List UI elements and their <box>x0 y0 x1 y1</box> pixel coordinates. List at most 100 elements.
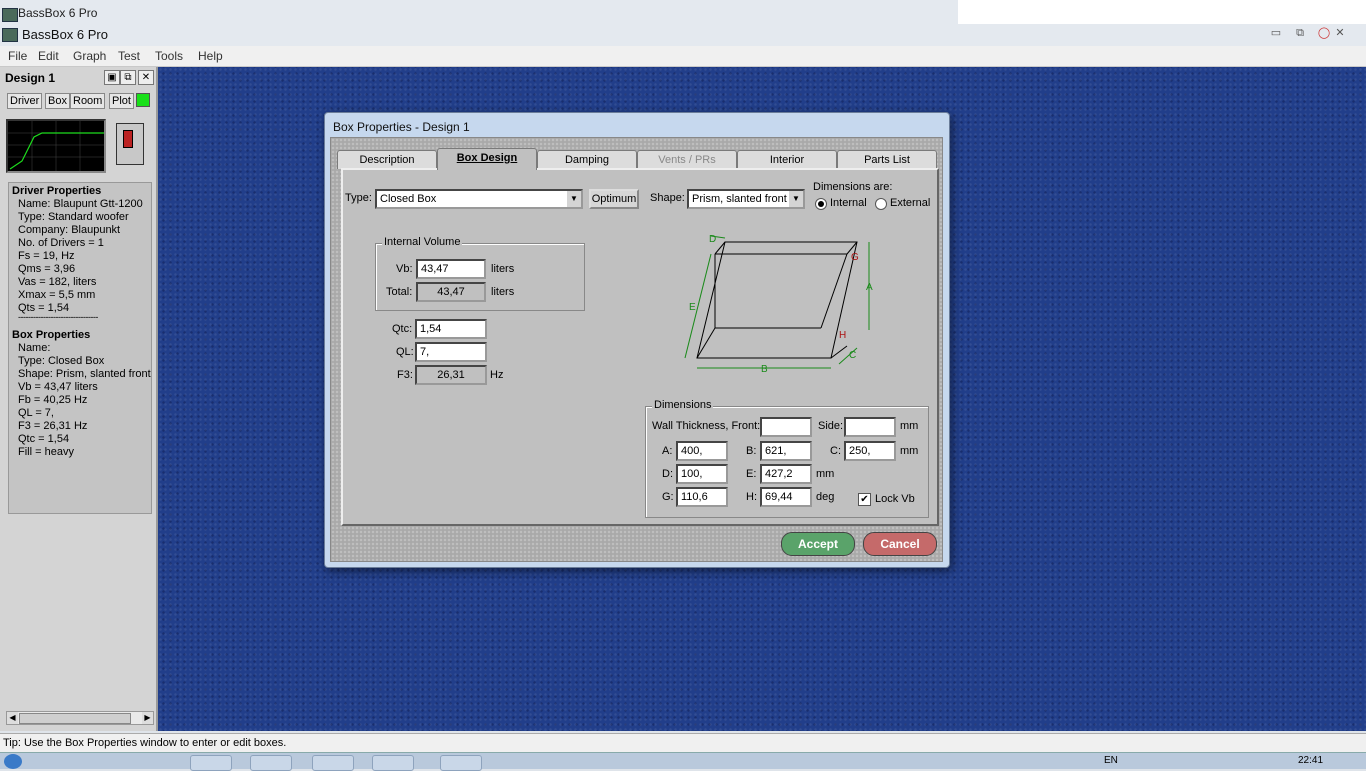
cancel-button[interactable]: Cancel <box>863 532 937 556</box>
shape-value: Prism, slanted front <box>692 193 787 205</box>
c-label: C: <box>830 445 841 457</box>
properties-summary: Driver Properties Name: Blaupunt Gtt-120… <box>8 182 152 514</box>
diagram-letter-h: H <box>839 330 846 341</box>
wall-side-input[interactable] <box>844 417 896 437</box>
diagram-letter-e: E <box>689 302 696 313</box>
tab-room[interactable]: Room <box>70 93 106 109</box>
box-thumbnail[interactable] <box>116 123 144 165</box>
dialog-title: Box Properties - Design 1 <box>333 120 470 134</box>
type-select[interactable]: Closed Box ▼ <box>375 189 583 209</box>
accept-button[interactable]: Accept <box>781 532 855 556</box>
tab-interior[interactable]: Interior <box>737 150 837 169</box>
window-title-top: BassBox 6 Pro <box>18 6 98 20</box>
h-label: H: <box>746 491 757 503</box>
b-input[interactable]: 621, <box>760 441 812 461</box>
clock[interactable]: 22:41 <box>1298 755 1323 766</box>
menu-file[interactable]: File <box>8 49 27 63</box>
tab-damping[interactable]: Damping <box>537 150 637 169</box>
f3-label: F3: <box>397 369 413 381</box>
window-title: BassBox 6 Pro <box>22 27 108 42</box>
shape-select[interactable]: Prism, slanted front ▼ <box>687 189 805 209</box>
close-icon[interactable]: ✕ <box>138 70 154 85</box>
paint-icon[interactable] <box>440 755 482 771</box>
ql-input[interactable]: 7, <box>415 342 487 362</box>
language-indicator[interactable]: EN <box>1104 755 1118 766</box>
a-input[interactable]: 400, <box>676 441 728 461</box>
scroll-right-icon[interactable]: ▶ <box>142 712 153 724</box>
tab-parts-list[interactable]: Parts List <box>837 150 937 169</box>
h-input[interactable]: 69,44 <box>760 487 812 507</box>
external-radio[interactable] <box>875 198 887 210</box>
d-input[interactable]: 100, <box>676 464 728 484</box>
g-input[interactable]: 110,6 <box>676 487 728 507</box>
chevron-down-icon[interactable]: ▼ <box>567 191 581 207</box>
driver-line: Type: Standard woofer <box>18 211 129 223</box>
total-value: 43,47 <box>416 282 486 302</box>
box-line: QL = 7, <box>18 407 54 419</box>
menu-edit[interactable]: Edit <box>38 49 59 63</box>
tab-box-design[interactable]: Box Design <box>437 148 537 170</box>
vb-label: Vb: <box>396 263 413 275</box>
save-icon[interactable]: ▣ <box>104 70 120 85</box>
design-title: Design 1 <box>5 71 56 85</box>
tab-vents-prs[interactable]: Vents / PRs <box>637 150 737 169</box>
diagram-letter-d: D <box>709 234 716 245</box>
diagram-letter-a: A <box>866 282 873 293</box>
lock-vb-checkbox[interactable]: ✔ <box>858 493 871 506</box>
menu-graph[interactable]: Graph <box>73 49 106 63</box>
box-dimensions-diagram: D G A E H C B <box>684 234 873 375</box>
internal-radio[interactable] <box>815 198 827 210</box>
diagram-letter-b: B <box>761 364 768 375</box>
wall-front-input[interactable] <box>760 417 812 437</box>
box-line: Vb = 43,47 liters <box>18 381 98 393</box>
mm-unit: mm <box>816 468 835 480</box>
f3-unit: Hz <box>490 369 504 381</box>
menu-test[interactable]: Test <box>118 49 140 63</box>
tab-box[interactable]: Box <box>45 93 70 109</box>
type-value: Closed Box <box>380 193 437 205</box>
internal-volume-label: Internal Volume <box>382 236 463 248</box>
menu-help[interactable]: Help <box>198 49 223 63</box>
status-text: Tip: Use the Box Properties window to en… <box>3 737 287 749</box>
dimensions-group: Dimensions Wall Thickness, Front: Side: … <box>645 399 929 518</box>
box-properties-dialog: Box Properties - Design 1 Description Bo… <box>324 112 950 568</box>
start-icon[interactable] <box>4 754 22 769</box>
status-bar: Tip: Use the Box Properties window to en… <box>0 733 1366 753</box>
driver-properties-heading: Driver Properties <box>12 185 102 197</box>
c-input[interactable]: 250, <box>844 441 896 461</box>
wall-thickness-label: Wall Thickness, Front: <box>652 420 761 432</box>
total-unit: liters <box>491 286 515 298</box>
horizontal-scrollbar[interactable]: ◀ ▶ <box>6 711 154 725</box>
scroll-thumb[interactable] <box>19 713 131 724</box>
blank-area <box>958 0 1366 24</box>
skype-icon[interactable] <box>372 755 414 771</box>
firefox-icon[interactable] <box>190 755 232 771</box>
copy-icon[interactable]: ⧉ <box>120 70 136 85</box>
tab-description[interactable]: Description <box>337 150 437 169</box>
response-thumbnail[interactable] <box>6 119 106 173</box>
e-label: E: <box>746 468 757 480</box>
e-input[interactable]: 427,2 <box>760 464 812 484</box>
close-icon[interactable]: ✕ <box>1330 26 1350 40</box>
tab-plot[interactable]: Plot <box>109 93 134 109</box>
box-properties-heading: Box Properties <box>12 329 91 341</box>
d-label: D: <box>662 468 673 480</box>
scroll-left-icon[interactable]: ◀ <box>7 712 18 724</box>
window-titlebar: BassBox 6 Pro BassBox 6 Pro ▭ ⧉ ◯ ✕ <box>0 0 1366 46</box>
ql-label: QL: <box>396 346 414 358</box>
app-icon <box>2 8 18 22</box>
chrome-icon[interactable] <box>250 755 292 771</box>
bassbox-taskbar-icon[interactable] <box>312 755 354 771</box>
optimum-button[interactable]: Optimum <box>589 189 639 209</box>
chevron-down-icon[interactable]: ▼ <box>789 191 803 207</box>
qtc-input[interactable]: 1,54 <box>415 319 487 339</box>
vb-input[interactable]: 43,47 <box>416 259 486 279</box>
a-label: A: <box>662 445 673 457</box>
menu-tools[interactable]: Tools <box>155 49 183 63</box>
plot-color-swatch[interactable] <box>136 93 150 107</box>
tab-driver[interactable]: Driver <box>7 93 43 109</box>
internal-volume-group: Internal Volume Vb: 43,47 liters Total: … <box>375 236 585 311</box>
menu-bar: File Edit Graph Test Tools Help <box>0 46 1366 67</box>
restore-icon[interactable]: ⧉ <box>1290 26 1310 40</box>
minimize-icon[interactable]: ▭ <box>1266 26 1286 40</box>
